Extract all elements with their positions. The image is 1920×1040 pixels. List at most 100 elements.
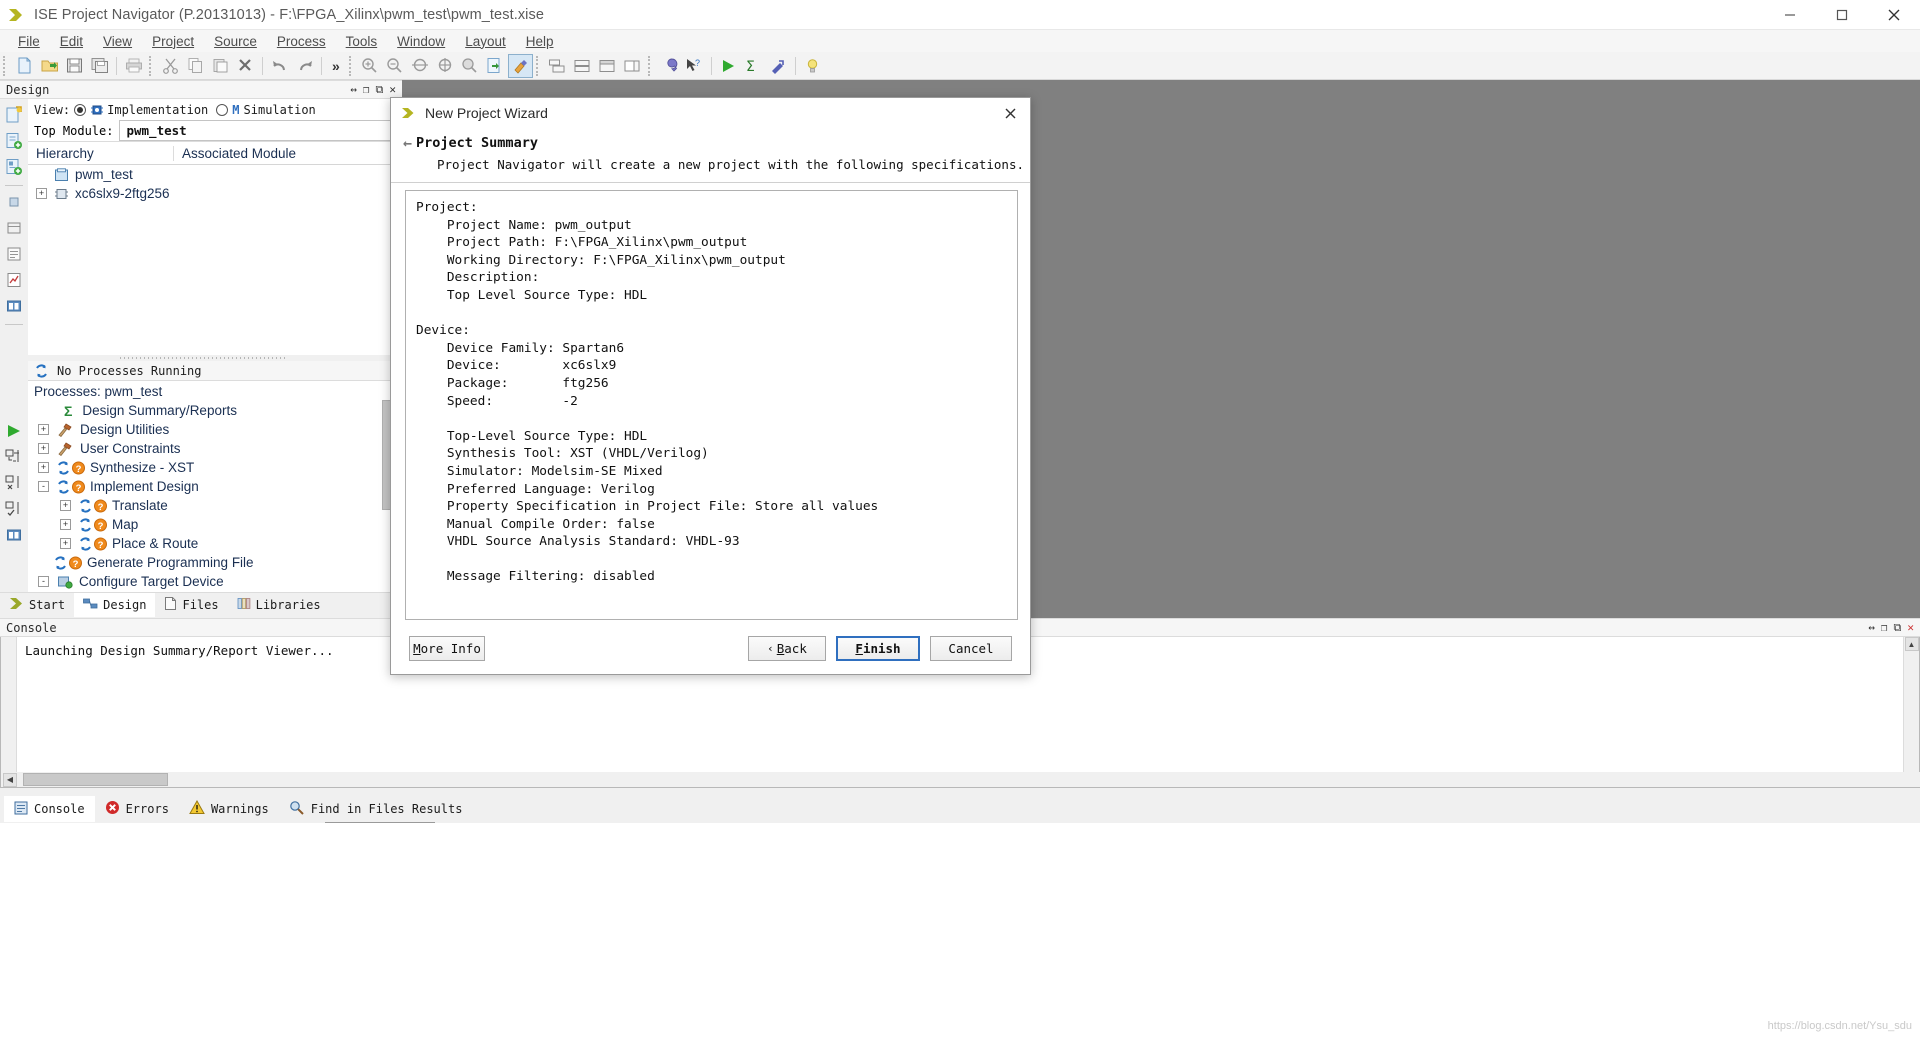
zoom-selection-icon[interactable] (433, 54, 458, 78)
menu-file[interactable]: File (8, 33, 50, 50)
design-summary-icon[interactable]: Σ (741, 54, 766, 78)
panel-layout-icon[interactable] (3, 295, 25, 317)
menu-layout[interactable]: Layout (455, 33, 516, 50)
open-folder-icon[interactable] (37, 54, 62, 78)
view-option-implementation[interactable]: Implementation (107, 103, 208, 117)
menu-view[interactable]: View (93, 33, 142, 50)
lightbulb-icon[interactable] (800, 54, 825, 78)
expander-icon[interactable]: - (38, 481, 49, 492)
save-all-icon[interactable] (87, 54, 112, 78)
stop-process-icon[interactable] (3, 498, 25, 520)
process-item-map[interactable]: + ? Map (28, 515, 401, 534)
process-item-place-route[interactable]: + ? Place & Route (28, 534, 401, 553)
expander-icon[interactable]: + (38, 424, 49, 435)
expander-icon[interactable]: - (38, 576, 49, 587)
tab-design[interactable]: Design (74, 592, 156, 617)
expander-icon[interactable]: + (60, 538, 71, 549)
run-icon[interactable] (716, 54, 741, 78)
rerun-all-icon[interactable] (3, 472, 25, 494)
context-help-icon[interactable]: ? (682, 54, 707, 78)
paste-icon[interactable] (208, 54, 233, 78)
new-source-icon[interactable] (3, 104, 25, 126)
resize-icon[interactable]: ↔ (350, 83, 357, 96)
expander-icon[interactable]: + (36, 188, 47, 199)
report-icon[interactable] (3, 269, 25, 291)
overflow-chevron-icon[interactable]: » (326, 58, 346, 74)
toolbar-grip-4[interactable] (535, 55, 541, 76)
design-goals-icon[interactable] (3, 217, 25, 239)
menu-source[interactable]: Source (204, 33, 267, 50)
view-option-simulation[interactable]: Simulation (244, 103, 316, 117)
tab-files[interactable]: Files (155, 593, 227, 617)
console-horizontal-scrollbar[interactable]: ◀ (1, 772, 1920, 787)
split-left-icon[interactable] (620, 54, 645, 78)
undo-icon[interactable] (267, 54, 292, 78)
process-item-translate[interactable]: + ? Translate (28, 496, 401, 515)
process-view-icon[interactable] (3, 524, 25, 546)
menu-help[interactable]: Help (516, 33, 564, 50)
tree-row[interactable]: + xc6slx9-2ftg256 (28, 184, 401, 203)
process-item-user-constraints[interactable]: + User Constraints (28, 439, 401, 458)
properties-icon[interactable] (3, 243, 25, 265)
redo-icon[interactable] (292, 54, 317, 78)
scroll-up-arrow-icon[interactable]: ▲ (1904, 637, 1919, 651)
tab-warnings[interactable]: Warnings (179, 796, 279, 822)
close-icon[interactable]: ✕ (1907, 621, 1914, 634)
scrollbar-thumb[interactable] (23, 773, 168, 786)
minimize-button[interactable] (1764, 0, 1816, 30)
highlight-icon[interactable] (507, 53, 533, 78)
dock-icon[interactable]: ⧉ (1894, 621, 1902, 635)
tile-horizontal-icon[interactable] (545, 54, 570, 78)
resize-icon[interactable]: ↔ (1868, 621, 1875, 634)
tree-row[interactable]: pwm_test (28, 165, 401, 184)
menu-project[interactable]: Project (142, 33, 204, 50)
maximize-button[interactable] (1816, 0, 1868, 30)
back-button[interactable]: ‹ Back (748, 635, 826, 661)
toolbar-grip-5[interactable] (647, 55, 653, 76)
new-file-icon[interactable] (12, 54, 37, 78)
menu-edit[interactable]: Edit (50, 33, 93, 50)
tab-start[interactable]: Start (0, 593, 74, 617)
rerun-icon[interactable] (3, 446, 25, 468)
process-item-design-utilities[interactable]: + Design Utilities (28, 420, 401, 439)
dialog-close-button[interactable] (990, 98, 1030, 128)
delete-icon[interactable] (233, 54, 258, 78)
save-icon[interactable] (62, 54, 87, 78)
manual-compile-icon[interactable] (3, 191, 25, 213)
cut-icon[interactable] (158, 54, 183, 78)
process-item-configure-target-device[interactable]: - Configure Target Device (28, 572, 401, 591)
process-item-synthesize-xst[interactable]: + ? Synthesize - XST (28, 458, 401, 477)
zoom-in-icon[interactable] (358, 54, 383, 78)
expander-icon[interactable]: + (38, 462, 49, 473)
more-info-button[interactable]: More Info (409, 635, 485, 661)
close-button[interactable] (1868, 0, 1920, 30)
console-vertical-scrollbar[interactable]: ▲ ▼ (1903, 637, 1919, 786)
run-process-icon[interactable] (3, 420, 25, 442)
zoom-fit-icon[interactable] (408, 54, 433, 78)
process-item-design-summary[interactable]: Σ Design Summary/Reports (28, 401, 401, 420)
dock-icon[interactable]: ⧉ (376, 83, 384, 97)
scroll-left-arrow-icon[interactable]: ◀ (3, 772, 17, 787)
copy-icon[interactable] (183, 54, 208, 78)
toolbar-grip-3[interactable] (348, 55, 354, 76)
expander-icon[interactable]: + (60, 519, 71, 530)
tab-console[interactable]: Console (4, 796, 95, 822)
radio-simulation[interactable] (216, 103, 229, 116)
split-top-icon[interactable] (595, 54, 620, 78)
implement-icon[interactable] (766, 54, 791, 78)
process-item-implement-design[interactable]: - ? Implement Design (28, 477, 401, 496)
expander-icon[interactable]: + (60, 500, 71, 511)
tab-errors[interactable]: Errors (95, 796, 179, 822)
toolbar-grip[interactable] (3, 55, 8, 76)
toolbar-grip-2[interactable] (149, 55, 154, 76)
cancel-button[interactable]: Cancel (930, 635, 1012, 661)
tab-find-in-files-results[interactable]: Find in Files Results (279, 796, 473, 822)
menu-window[interactable]: Window (387, 33, 455, 50)
print-icon[interactable] (121, 54, 146, 78)
menu-process[interactable]: Process (267, 33, 336, 50)
float-icon[interactable]: ❐ (363, 83, 370, 96)
add-copy-source-icon[interactable] (3, 156, 25, 178)
expander-icon[interactable]: + (38, 443, 49, 454)
process-item-generate-programming-file[interactable]: ? Generate Programming File (28, 553, 401, 572)
pan-icon[interactable] (458, 54, 483, 78)
